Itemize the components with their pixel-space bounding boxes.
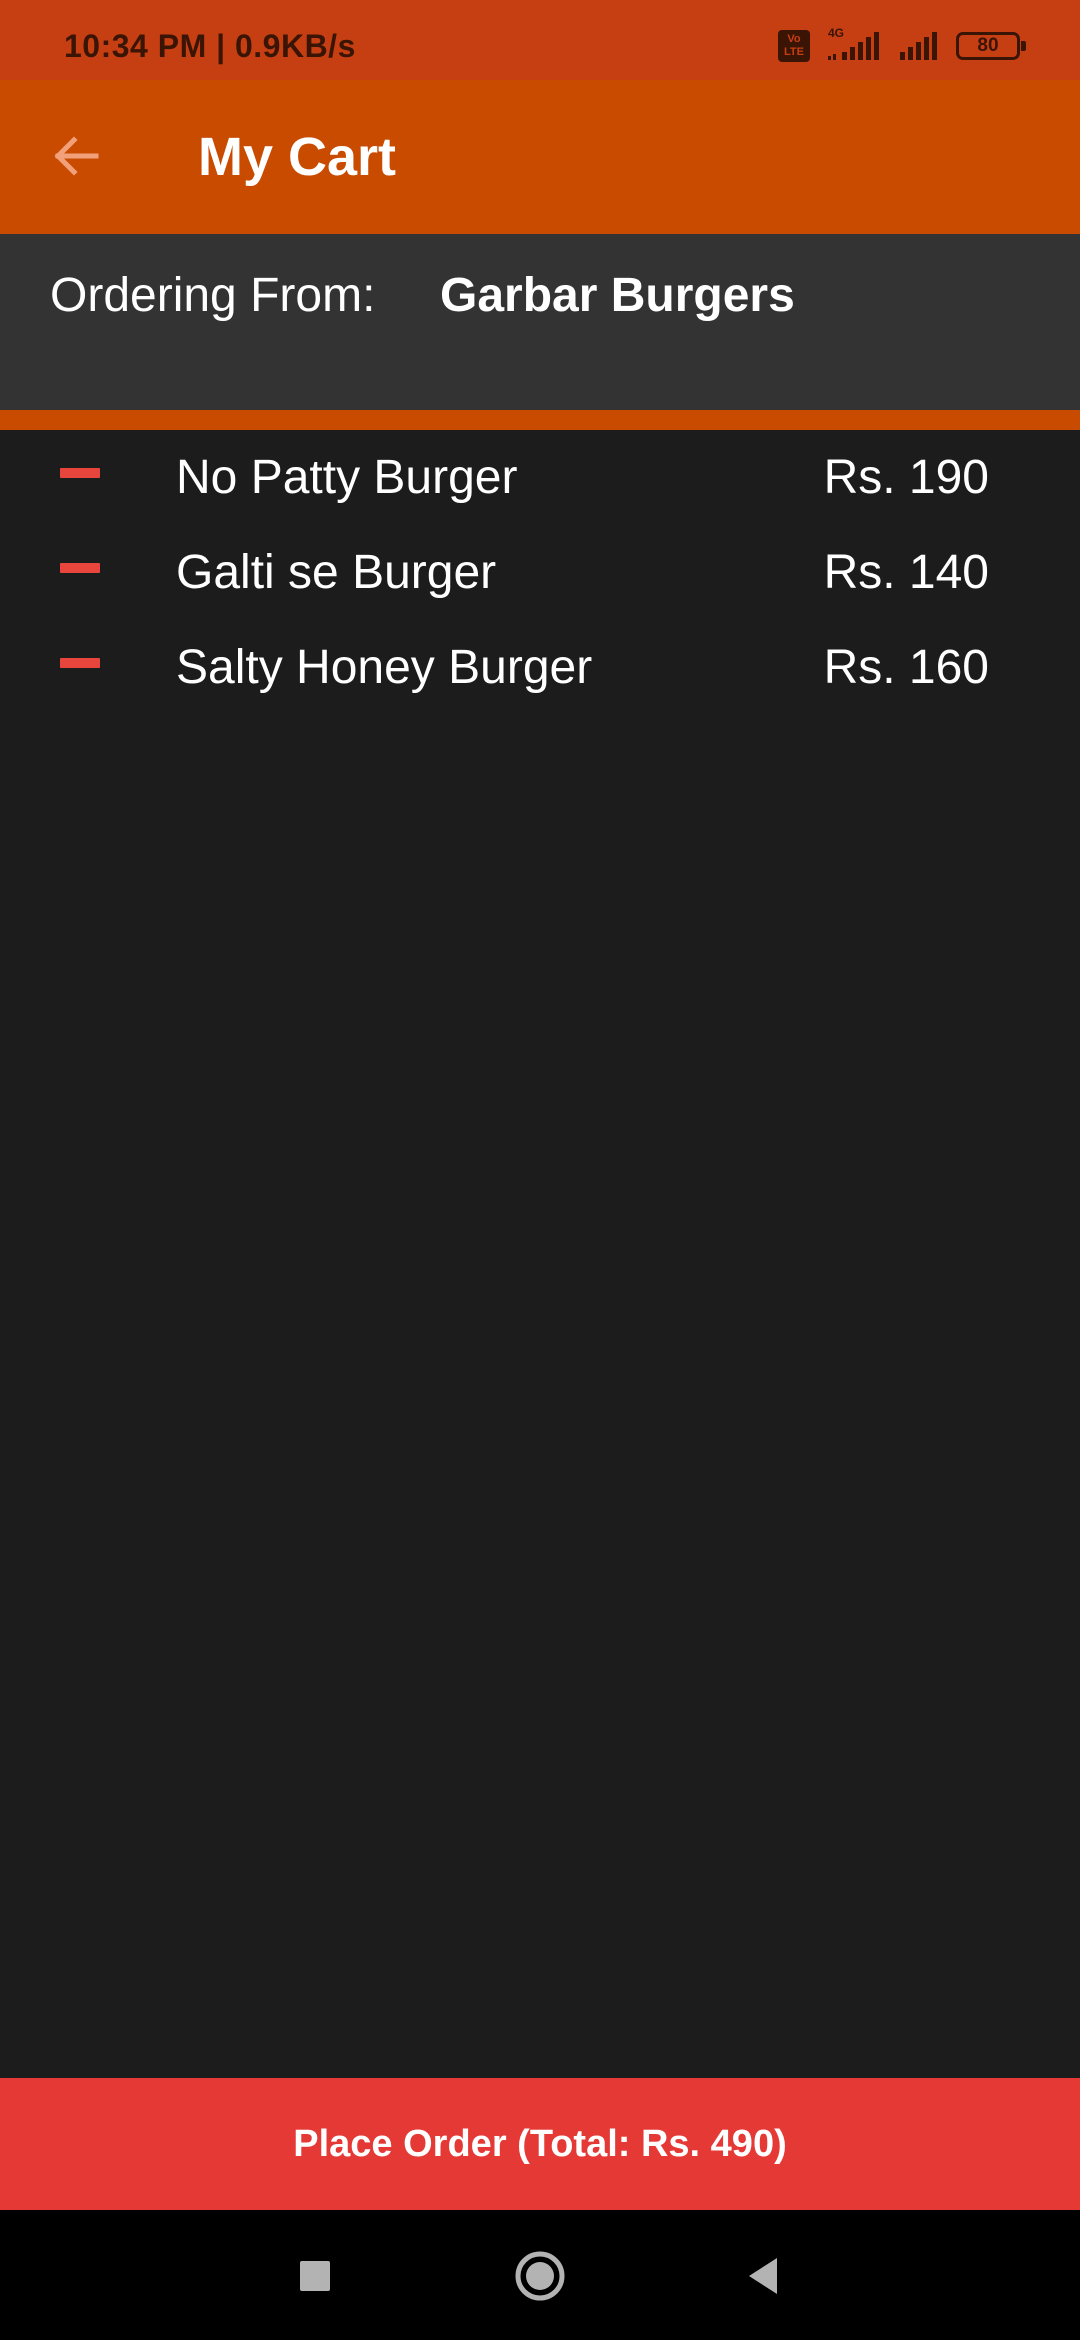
battery-icon: 80	[956, 32, 1026, 60]
minus-icon	[60, 468, 100, 478]
remove-item-button[interactable]	[44, 543, 116, 593]
page-title: My Cart	[198, 127, 397, 187]
volte-icon: Vo LTE	[778, 30, 810, 62]
cart-item: Salty Honey Burger Rs. 160	[0, 620, 1080, 715]
home-circle-icon[interactable]	[510, 2246, 570, 2306]
cart-item: Galti se Burger Rs. 140	[0, 525, 1080, 620]
cart-list: No Patty Burger Rs. 190 Galti se Burger …	[0, 430, 1080, 715]
status-icons: Vo LTE 4G 80	[778, 26, 1026, 66]
arrow-left-icon[interactable]	[44, 124, 108, 188]
place-order-label: Place Order (Total: Rs. 490)	[293, 2122, 787, 2165]
place-order-button[interactable]: Place Order (Total: Rs. 490)	[0, 2078, 1080, 2210]
minus-icon	[60, 658, 100, 668]
remove-item-button[interactable]	[44, 638, 116, 688]
item-name: Galti se Burger	[176, 546, 497, 599]
ordering-from-label: Ordering From:	[50, 269, 376, 322]
ordering-from-panel: Ordering From: Garbar Burgers	[0, 234, 1080, 410]
item-price: Rs. 160	[823, 641, 989, 694]
cart-item: No Patty Burger Rs. 190	[0, 430, 1080, 525]
back-triangle-icon[interactable]	[735, 2246, 795, 2306]
remove-item-button[interactable]	[44, 448, 116, 498]
status-time-speed: 10:34 PM | 0.9KB/s	[64, 28, 356, 64]
app-bar: My Cart	[0, 80, 1080, 234]
accent-divider	[0, 410, 1080, 430]
item-name: Salty Honey Burger	[176, 641, 593, 694]
system-nav-bar	[0, 2210, 1080, 2340]
signal-icon	[900, 32, 937, 60]
restaurant-name: Garbar Burgers	[440, 269, 795, 322]
signal-4g-icon: 4G	[824, 26, 884, 64]
recents-square-icon[interactable]	[285, 2246, 345, 2306]
battery-level: 80	[977, 35, 999, 56]
network-type-label: 4G	[828, 26, 845, 40]
item-name: No Patty Burger	[176, 451, 518, 504]
status-bar: 10:34 PM | 0.9KB/s Vo LTE 4G 80	[0, 0, 1080, 80]
item-price: Rs. 190	[823, 451, 989, 504]
item-price: Rs. 140	[823, 546, 989, 599]
minus-icon	[60, 563, 100, 573]
